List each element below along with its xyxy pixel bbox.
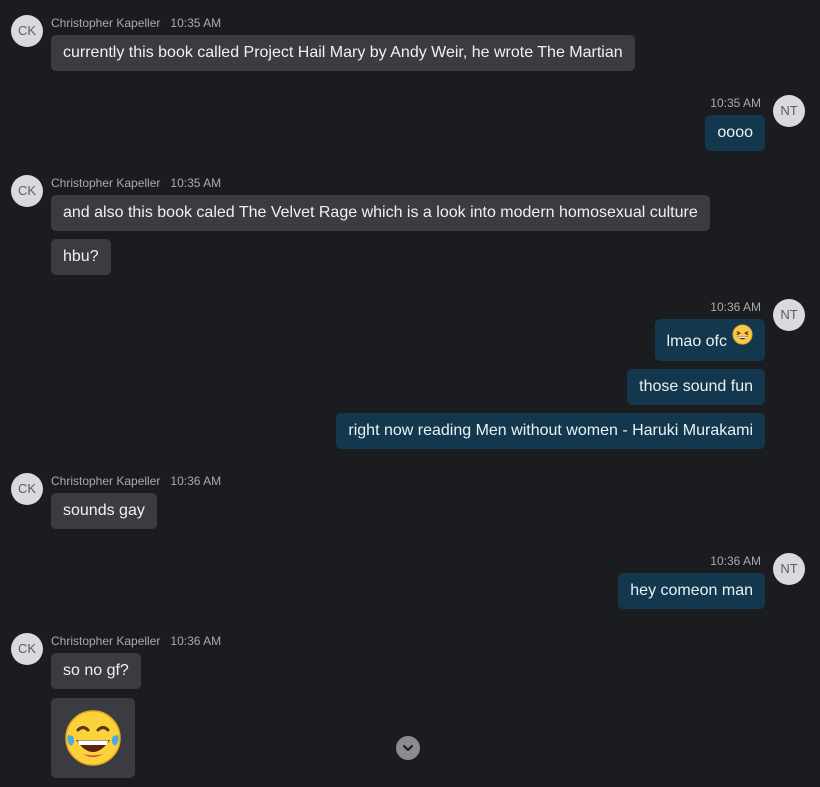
message-bubble[interactable]: sounds gay (51, 493, 157, 529)
sender-name[interactable]: Christopher Kapeller (51, 176, 160, 190)
message-meta: Christopher Kapeller 10:36 AM (51, 634, 221, 648)
face-with-tears-of-joy-icon (65, 710, 121, 766)
timestamp: 10:35 AM (170, 176, 222, 190)
sender-name[interactable]: Christopher Kapeller (51, 474, 160, 488)
timestamp: 10:36 AM (170, 634, 222, 648)
emoji-message[interactable] (51, 698, 135, 778)
sender-name[interactable]: Christopher Kapeller (51, 634, 160, 648)
avatar-nt[interactable]: NT (773, 299, 805, 331)
message-meta: Christopher Kapeller 10:35 AM (51, 16, 221, 30)
message-bubble[interactable]: hey comeon man (618, 573, 765, 609)
avatar-ck[interactable]: CK (11, 175, 43, 207)
message-bubble[interactable]: so no gf? (51, 653, 141, 689)
message-bubble[interactable]: hbu? (51, 239, 111, 275)
avatar-nt[interactable]: NT (773, 553, 805, 585)
grinning-squinting-face-icon (732, 324, 753, 345)
message-text: lmao ofc (666, 333, 727, 350)
avatar-nt[interactable]: NT (773, 95, 805, 127)
timestamp: 10:36 AM (170, 474, 222, 488)
timestamp: 10:35 AM (170, 16, 222, 30)
message-bubble[interactable]: currently this book called Project Hail … (51, 35, 635, 71)
message-bubble[interactable]: those sound fun (627, 369, 765, 405)
message-meta: Christopher Kapeller 10:36 AM (51, 474, 221, 488)
message-bubble[interactable]: right now reading Men without women - Ha… (336, 413, 765, 449)
message-bubble[interactable]: oooo (705, 115, 765, 151)
message-meta: Christopher Kapeller 10:35 AM (51, 176, 221, 190)
chevron-down-icon (403, 745, 413, 751)
timestamp: 10:35 AM (710, 96, 761, 110)
scroll-to-bottom-button[interactable] (396, 736, 420, 760)
message-bubble[interactable]: lmao ofc (654, 319, 765, 361)
timestamp: 10:36 AM (710, 554, 761, 568)
message-bubble[interactable]: and also this book caled The Velvet Rage… (51, 195, 710, 231)
sender-name[interactable]: Christopher Kapeller (51, 16, 160, 30)
avatar-ck[interactable]: CK (11, 15, 43, 47)
chat-view: CK Christopher Kapeller 10:35 AM currentl… (0, 0, 820, 787)
timestamp: 10:36 AM (710, 300, 761, 314)
avatar-ck[interactable]: CK (11, 633, 43, 665)
avatar-ck[interactable]: CK (11, 473, 43, 505)
